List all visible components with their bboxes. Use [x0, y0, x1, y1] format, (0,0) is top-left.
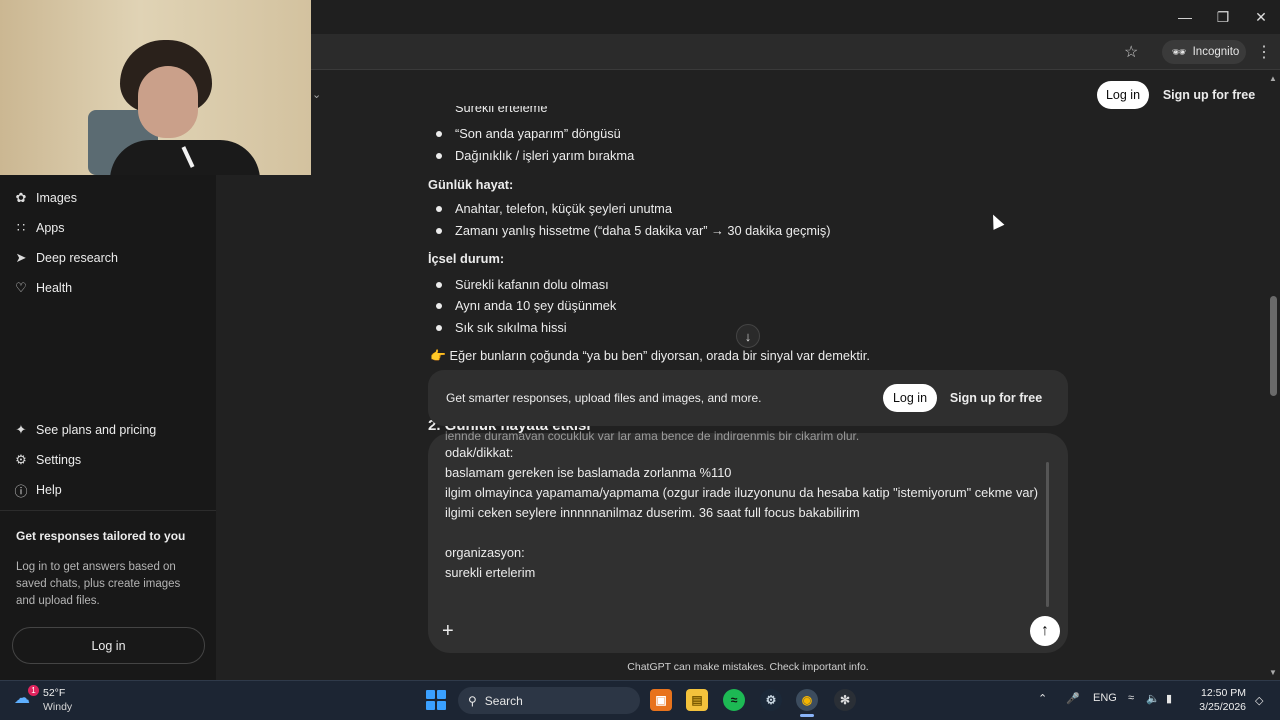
sidebar-item-label: Health	[36, 281, 73, 295]
sidebar-item-images[interactable]: ✿ Images	[14, 186, 77, 210]
add-attachment-icon[interactable]: +	[442, 620, 454, 643]
sidebar-promo-title: Get responses tailored to you	[16, 529, 186, 543]
taskbar-search-label: Search	[484, 693, 523, 708]
arrow-down-icon: ↓	[744, 328, 752, 344]
bullet-dot	[436, 325, 442, 331]
webcam-overlay	[0, 0, 311, 175]
spotify-icon[interactable]: ≈	[723, 689, 745, 711]
header-signup-button[interactable]: Sign up for free	[1158, 81, 1260, 109]
bullet-dot	[436, 206, 442, 212]
upsell-banner-text: Get smarter responses, upload files and …	[446, 391, 762, 405]
sidebar-divider	[0, 510, 216, 511]
bullet-dot	[436, 153, 442, 159]
sidebar-item-health[interactable]: ♡ Health	[14, 276, 72, 300]
close-icon[interactable]: ✕	[1242, 4, 1280, 30]
mouse-cursor-icon	[987, 212, 1005, 230]
composer-scrolled-line: iennde duramayan cocukluk var lar ama be…	[445, 430, 860, 440]
help-icon: ⓘ	[14, 483, 28, 499]
weather-badge: 1	[28, 685, 39, 696]
microphone-icon[interactable]: 🎤	[1066, 692, 1080, 705]
header-login-button[interactable]: Log in	[1097, 81, 1149, 109]
arrow-up-icon: ↑	[1041, 622, 1049, 639]
send-button[interactable]: ↑	[1030, 616, 1060, 646]
battery-icon[interactable]: ▮	[1166, 692, 1172, 705]
list-item: Sürekli kafanın dolu olması	[455, 277, 609, 292]
bookmark-star-icon[interactable]: ☆	[1124, 42, 1138, 62]
minimize-icon[interactable]: —	[1166, 4, 1204, 30]
banner-login-button[interactable]: Log in	[883, 384, 937, 412]
bullet-dot	[436, 303, 442, 309]
heading-daily-life: Günlük hayat:	[428, 177, 514, 192]
composer-scrollbar[interactable]	[1046, 462, 1049, 607]
bullet-dot	[436, 228, 442, 234]
sidebar-item-deep-research[interactable]: ➤ Deep research	[14, 246, 118, 270]
disclaimer-text: ChatGPT can make mistakes. Check importa…	[627, 661, 869, 673]
search-icon: ⚲	[468, 693, 477, 708]
clock-date[interactable]: 3/25/2026	[1196, 701, 1246, 713]
apps-icon: ∷	[16, 220, 26, 235]
taskbar	[0, 680, 1280, 720]
active-app-indicator	[800, 714, 814, 717]
scroll-to-bottom-button[interactable]: ↓	[736, 324, 760, 348]
heading-inner-state: İçsel durum:	[428, 251, 505, 266]
address-bar[interactable]	[318, 38, 1158, 66]
restore-icon[interactable]: ❐	[1204, 4, 1242, 30]
scroll-up-icon[interactable]: ▲	[1269, 74, 1277, 83]
gear-icon: ⚙	[15, 452, 27, 467]
chatgpt-app-icon[interactable]: ✻	[834, 689, 856, 711]
chrome-incognito-icon[interactable]: ◉	[796, 689, 818, 711]
bullet-dot	[436, 131, 442, 137]
list-item: “Son anda yaparım” döngüsü	[455, 126, 621, 141]
clock-time[interactable]: 12:50 PM	[1200, 687, 1246, 699]
wifi-icon[interactable]: ≈	[1128, 692, 1134, 704]
steam-icon[interactable]: ⚙	[760, 689, 782, 711]
list-item: Dağınıklık / işleri yarım bırakma	[455, 148, 635, 163]
heart-icon: ♡	[15, 280, 27, 295]
banner-signup-button[interactable]: Sign up for free	[945, 384, 1047, 412]
weather-condition[interactable]: Windy	[43, 701, 72, 713]
incognito-indicator[interactable]: 🕶 Incognito	[1162, 40, 1246, 64]
model-chevron-down-icon[interactable]: ⌄	[312, 88, 321, 101]
sidebar-item-label: Images	[36, 191, 77, 205]
sidebar-item-label: Deep research	[36, 251, 118, 265]
sidebar-item-label: Settings	[36, 453, 82, 467]
images-icon: ✿	[15, 190, 27, 205]
scroll-down-icon[interactable]: ▼	[1269, 668, 1277, 677]
browser-menu-icon[interactable]: ⋮	[1256, 42, 1272, 62]
bullet-dot	[436, 282, 442, 288]
plans-icon: ✦	[15, 422, 27, 437]
chat-cut-line: Sürekli erteleme	[455, 106, 548, 115]
sidebar-item-settings[interactable]: ⚙ Settings	[14, 448, 81, 472]
volume-icon[interactable]: 🔈	[1146, 692, 1160, 705]
composer-input[interactable]: odak/dikkat: baslamam gereken ise baslam…	[445, 443, 1041, 607]
notifications-icon[interactable]: ◇	[1255, 694, 1263, 707]
telescope-icon: ➤	[15, 250, 27, 265]
sidebar-promo-text: Log in to get answers based on saved cha…	[16, 561, 181, 607]
sidebar-item-apps[interactable]: ∷ Apps	[14, 216, 65, 240]
sidebar-item-label: Help	[36, 483, 62, 497]
chat-conclusion: 👉 Eğer bunların çoğunda “ya bu ben” diyo…	[430, 348, 870, 363]
file-explorer-icon[interactable]: ▤	[686, 689, 708, 711]
list-item: Sık sık sıkılma hissi	[455, 320, 567, 335]
store-app-icon[interactable]: ▣	[650, 689, 672, 711]
taskbar-search[interactable]: ⚲ Search	[458, 687, 640, 714]
sidebar-item-label: See plans and pricing	[36, 423, 157, 437]
language-indicator[interactable]: ENG	[1093, 692, 1117, 704]
sidebar-item-help[interactable]: ⓘ Help	[14, 478, 62, 502]
weather-temperature[interactable]: 52°F	[43, 687, 65, 699]
sidebar-item-label: Apps	[36, 221, 65, 235]
sidebar-login-button[interactable]: Log in	[12, 627, 205, 664]
incognito-icon: 🕶	[1172, 47, 1187, 59]
windows-start-icon[interactable]	[426, 690, 446, 710]
incognito-label: Incognito	[1192, 46, 1240, 58]
list-item: Anahtar, telefon, küçük şeyleri unutma	[455, 201, 672, 216]
list-item: Aynı anda 10 şey düşünmek	[455, 298, 617, 313]
webcam-person-face	[138, 66, 198, 138]
list-item: Zamanı yanlış hissetme (“daha 5 dakika v…	[455, 223, 831, 238]
page-scrollbar-thumb[interactable]	[1270, 296, 1277, 396]
sidebar-item-plans[interactable]: ✦ See plans and pricing	[14, 418, 157, 442]
show-hidden-icons-icon[interactable]: ⌃	[1038, 692, 1047, 705]
